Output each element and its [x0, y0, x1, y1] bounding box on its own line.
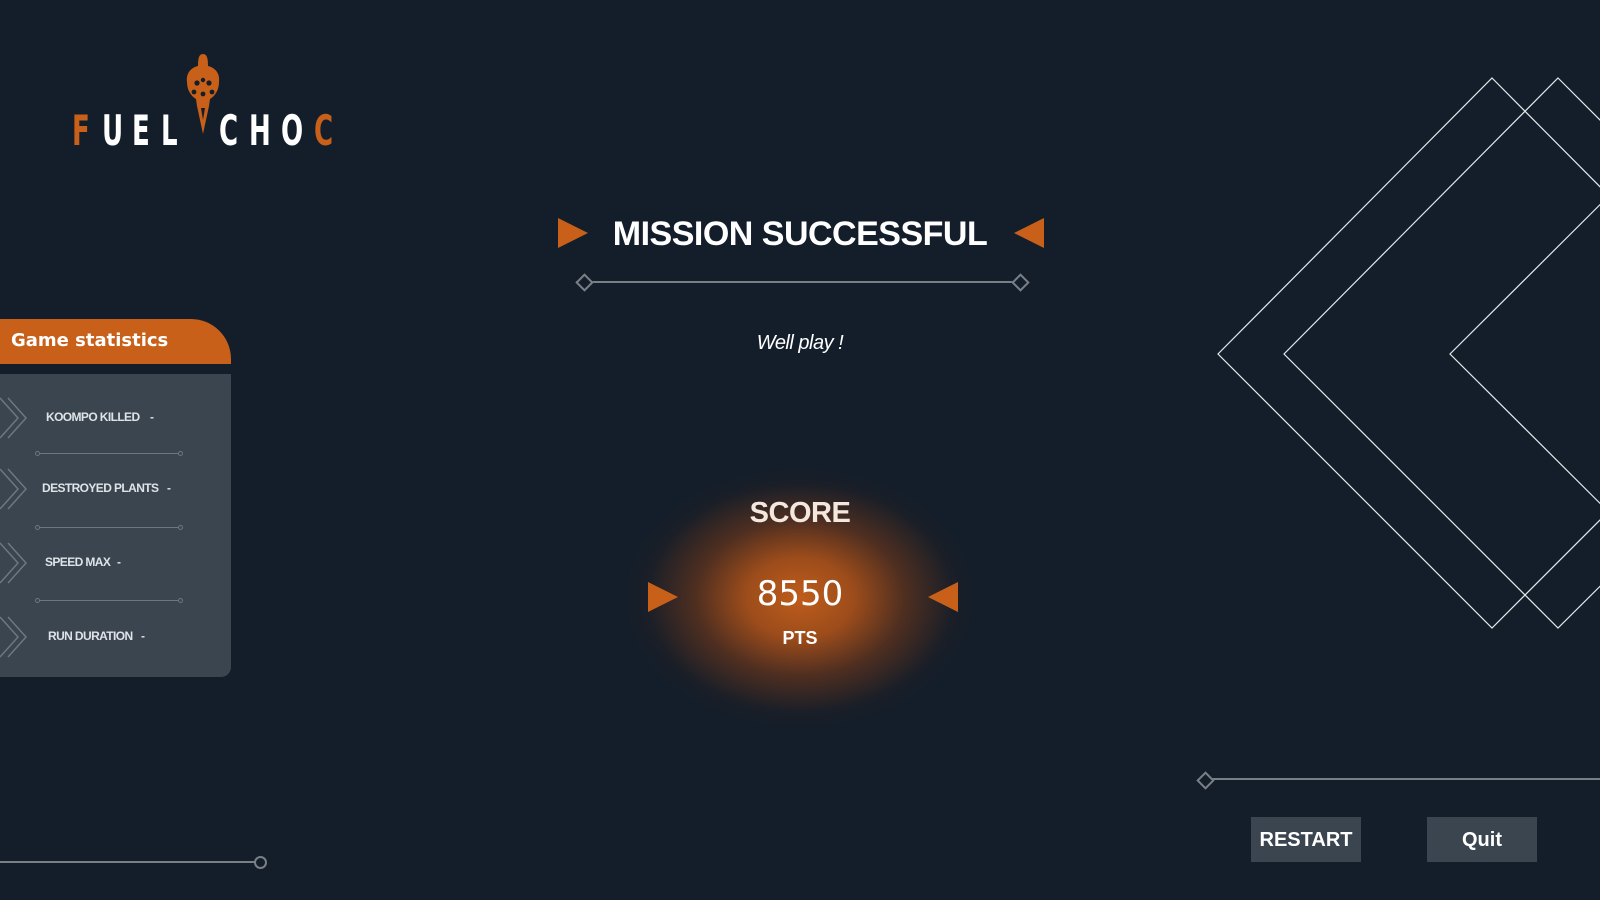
- stat-label: DESTROYED PLANTS: [42, 481, 159, 495]
- logo-letter-o: O: [281, 106, 304, 155]
- quit-button[interactable]: Quit: [1427, 817, 1537, 862]
- title-divider: [576, 281, 1015, 283]
- subtitle: Well play !: [756, 332, 844, 354]
- stat-row-speed-max: SPEED MAX -: [0, 539, 231, 589]
- stat-value: -: [150, 410, 154, 424]
- stat-label: SPEED MAX: [45, 555, 111, 569]
- stat-separator: [35, 451, 183, 456]
- bottom-left-divider: [0, 861, 256, 863]
- stat-row-destroyed-plants: DESTROYED PLANTS -: [0, 465, 231, 515]
- logo-letter-e: E: [132, 106, 150, 155]
- double-chevron-icon: [0, 542, 28, 584]
- logo-letter-f: F: [72, 106, 90, 155]
- bottom-right-divider: [1206, 778, 1600, 780]
- stats-header-label: Game statistics: [11, 330, 169, 351]
- stat-separator: [35, 525, 183, 530]
- score-value: 8550: [756, 574, 844, 614]
- bottom-left-circle-icon: [254, 856, 267, 869]
- title-right-arrow-icon: [1014, 218, 1044, 248]
- divider-right-diamond-icon: [1011, 273, 1030, 292]
- logo-letter-c-orange: C: [314, 106, 334, 155]
- game-over-screen: F U E L C H O C MISSION SUCCESSFUL Well …: [0, 0, 1600, 900]
- stat-label: RUN DURATION: [48, 629, 133, 643]
- stat-label: KOOMPO KILLED: [46, 410, 140, 424]
- stat-value: -: [117, 555, 121, 569]
- logo-letter-u: U: [102, 106, 124, 155]
- score-unit: PTS: [782, 628, 818, 648]
- bottom-right-diamond-icon: [1196, 771, 1215, 790]
- logo-letter-h: H: [249, 106, 271, 155]
- double-chevron-icon: [0, 616, 28, 658]
- restart-button[interactable]: RESTART: [1251, 817, 1361, 862]
- score-right-arrow-icon: [928, 582, 958, 612]
- fuelchoc-logo: F U E L C H O C: [72, 54, 342, 158]
- logo-letter-c: C: [219, 106, 239, 155]
- score-label: SCORE: [749, 497, 851, 529]
- title-left-arrow-icon: [558, 218, 588, 248]
- diamond-outline-decoration: [1217, 77, 1600, 629]
- stat-separator: [35, 598, 183, 603]
- double-chevron-icon: [0, 397, 28, 439]
- stats-panel: KOOMPO KILLED - DESTROYED PLANTS - SPEED…: [0, 374, 231, 677]
- score-left-arrow-icon: [648, 582, 678, 612]
- stat-row-run-duration: RUN DURATION -: [0, 613, 231, 663]
- stats-header: Game statistics: [0, 319, 231, 364]
- stat-row-koompo-killed: KOOMPO KILLED -: [0, 394, 231, 444]
- logo-letter-l: L: [161, 106, 178, 155]
- stat-value: -: [167, 481, 171, 495]
- mission-title: MISSION SUCCESSFUL: [612, 215, 988, 253]
- stat-value: -: [141, 629, 145, 643]
- double-chevron-icon: [0, 468, 28, 510]
- divider-left-diamond-icon: [575, 273, 594, 292]
